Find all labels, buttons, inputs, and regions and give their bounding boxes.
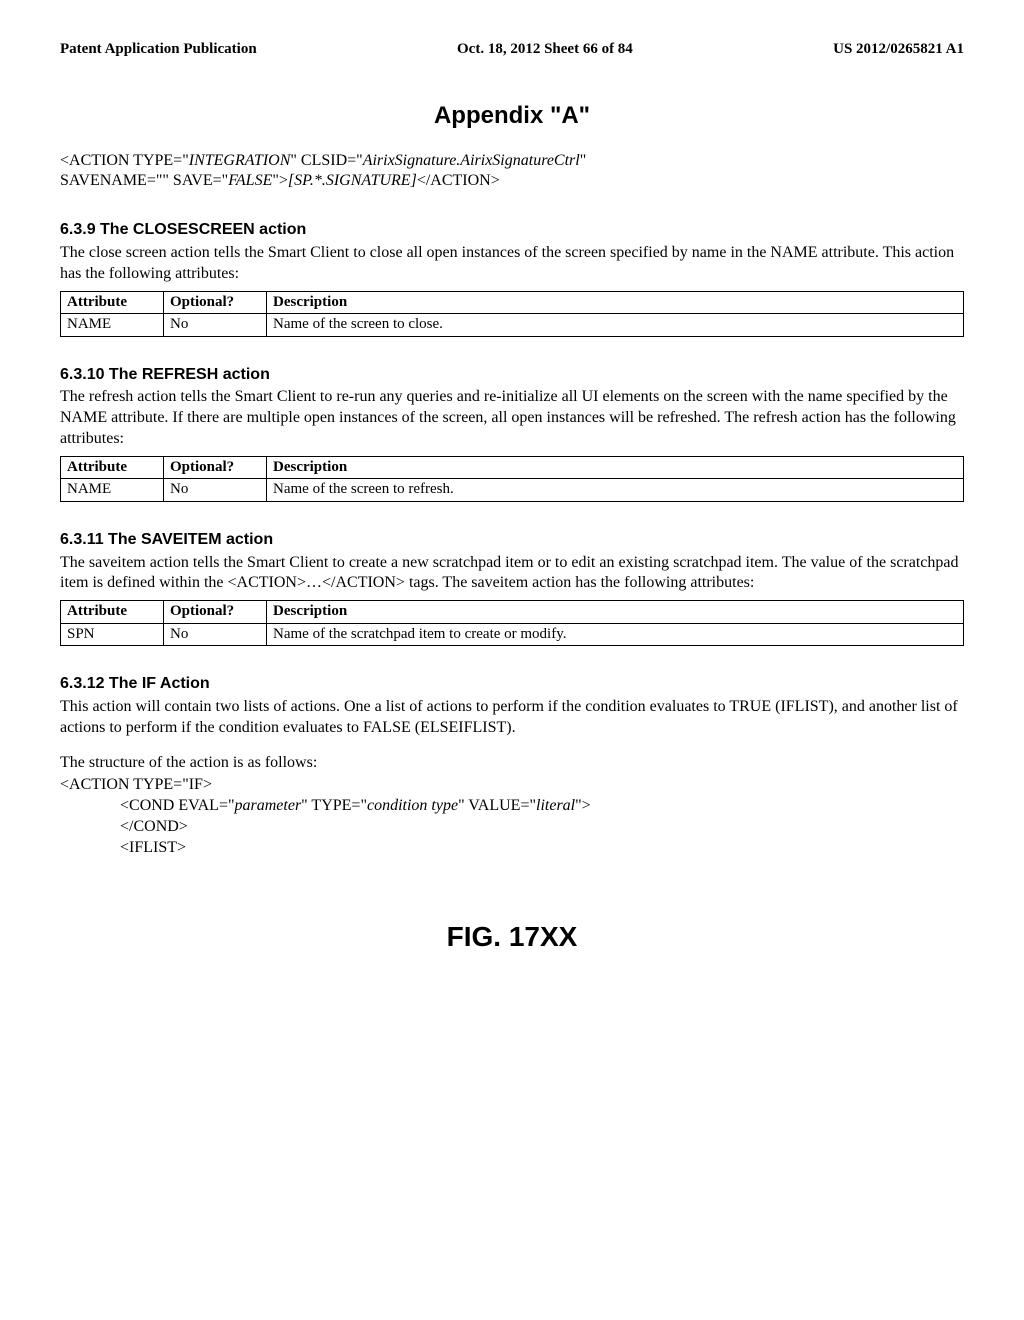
if-code-line-4: <IFLIST> — [120, 838, 964, 859]
table-header-row: Attribute Optional? Description — [61, 291, 964, 314]
section-6311-paragraph: The saveitem action tells the Smart Clie… — [60, 553, 964, 595]
code-example-line2: SAVENAME="" SAVE="FALSE">[SP.*.SIGNATURE… — [60, 171, 964, 192]
col-optional: Optional? — [164, 291, 267, 314]
appendix-title: Appendix "A" — [60, 100, 964, 131]
table-header-row: Attribute Optional? Description — [61, 456, 964, 479]
table-header-row: Attribute Optional? Description — [61, 601, 964, 624]
col-optional: Optional? — [164, 601, 267, 624]
section-6312-heading: 6.3.12 The IF Action — [60, 674, 964, 695]
section-6311-table: Attribute Optional? Description SPN No N… — [60, 600, 964, 646]
section-6311-heading: 6.3.11 The SAVEITEM action — [60, 530, 964, 551]
table-row: NAME No Name of the screen to close. — [61, 314, 964, 337]
col-optional: Optional? — [164, 456, 267, 479]
col-attribute: Attribute — [61, 456, 164, 479]
col-description: Description — [267, 291, 964, 314]
table-row: NAME No Name of the screen to refresh. — [61, 479, 964, 502]
page-header: Patent Application Publication Oct. 18, … — [60, 40, 964, 60]
section-6310-paragraph: The refresh action tells the Smart Clien… — [60, 387, 964, 449]
if-code-line-1: <ACTION TYPE="IF> — [60, 775, 964, 796]
col-description: Description — [267, 601, 964, 624]
section-6312-paragraph-2: The structure of the action is as follow… — [60, 753, 964, 774]
if-code-line-3: </COND> — [120, 817, 964, 838]
section-6312-paragraph-1: This action will contain two lists of ac… — [60, 697, 964, 739]
header-right: US 2012/0265821 A1 — [833, 40, 964, 60]
section-6310-table: Attribute Optional? Description NAME No … — [60, 456, 964, 502]
table-row: SPN No Name of the scratchpad item to cr… — [61, 623, 964, 646]
section-639-table: Attribute Optional? Description NAME No … — [60, 291, 964, 337]
section-639-paragraph: The close screen action tells the Smart … — [60, 243, 964, 285]
header-center: Oct. 18, 2012 Sheet 66 of 84 — [457, 40, 633, 60]
col-attribute: Attribute — [61, 601, 164, 624]
col-attribute: Attribute — [61, 291, 164, 314]
col-description: Description — [267, 456, 964, 479]
code-example-line1: <ACTION TYPE="INTEGRATION" CLSID="AirixS… — [60, 151, 964, 172]
section-639-heading: 6.3.9 The CLOSESCREEN action — [60, 220, 964, 241]
if-code-line-2: <COND EVAL="parameter" TYPE="condition t… — [120, 796, 964, 817]
header-left: Patent Application Publication — [60, 40, 257, 60]
figure-label: FIG. 17XX — [60, 919, 964, 955]
section-6310-heading: 6.3.10 The REFRESH action — [60, 365, 964, 386]
